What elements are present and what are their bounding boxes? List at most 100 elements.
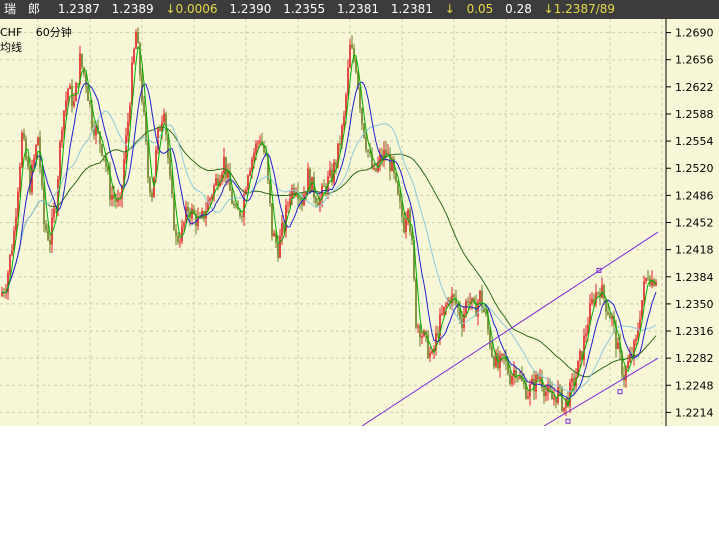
candle-body [635, 338, 637, 341]
candle-body [607, 311, 609, 315]
candle-body [571, 378, 573, 383]
candle-body [73, 101, 75, 106]
candle-body [335, 162, 337, 166]
candle-body [149, 177, 151, 193]
candle-body [277, 242, 279, 258]
candle-body [77, 83, 79, 85]
candle-body [415, 278, 417, 328]
y-tick-label: 1.2554 [675, 135, 714, 148]
quote-symbol: 瑞 郎 [4, 2, 41, 16]
candle-body [87, 85, 89, 101]
candle-body [29, 166, 31, 193]
candle-body [95, 126, 97, 136]
candle-body [527, 396, 529, 399]
candle-body [209, 198, 211, 201]
candle-body [609, 314, 611, 319]
candle-body [271, 203, 273, 237]
candle-body [47, 230, 49, 240]
candle-body [287, 204, 289, 206]
candle-body [255, 143, 257, 154]
y-tick-label: 1.2656 [675, 54, 714, 67]
candle-body [421, 336, 423, 338]
candle-body [233, 203, 235, 206]
candle-body [151, 192, 153, 198]
candle-body [259, 141, 261, 143]
candle-body [617, 342, 619, 350]
candle-body [111, 194, 113, 200]
candle-body [351, 44, 353, 49]
candle-body [211, 195, 213, 199]
y-tick-label: 1.2486 [675, 189, 714, 202]
candle-body [147, 141, 149, 178]
candle-body [555, 397, 557, 403]
chart-area[interactable]: 1.2690 1.2656 1.2622 1.2588 1.2554 1.2520 1.24… [0, 19, 719, 426]
y-tick-label: 1.2248 [675, 379, 714, 392]
candle-body [53, 208, 55, 218]
candle-body [343, 116, 345, 126]
candle-body [35, 145, 37, 159]
candle-body [569, 382, 571, 407]
candle-body [89, 100, 91, 105]
candle-body [349, 44, 351, 68]
candle-body [417, 325, 419, 328]
candle-body [509, 373, 511, 384]
candle-body [419, 325, 421, 338]
candle-body [489, 329, 491, 347]
candle-body [441, 313, 443, 315]
candle-body [593, 299, 595, 303]
candle-body [23, 132, 25, 139]
candle-body [557, 386, 559, 403]
quote-arrow: ↓ [444, 2, 455, 16]
candle-body [169, 157, 171, 177]
quote-ratio: 0.28 [505, 2, 532, 16]
candle-body [165, 113, 167, 135]
candle-body [443, 306, 445, 314]
candle-body [225, 156, 227, 178]
candle-body [137, 32, 139, 44]
candle-body [591, 299, 593, 304]
candle-body [289, 198, 291, 205]
candle-body [19, 166, 21, 192]
y-tick-label: 1.2214 [675, 406, 714, 419]
candle-body [499, 355, 501, 369]
candle-body [21, 132, 23, 167]
chart-symbol: CHF [0, 26, 23, 39]
candle-body [231, 190, 233, 204]
candle-body [163, 113, 165, 123]
candle-body [483, 308, 485, 313]
candle-body [143, 101, 145, 113]
candle-body [563, 407, 565, 411]
candle-body [445, 304, 447, 307]
y-tick-label: 1.2520 [675, 162, 714, 175]
candle-body [601, 285, 603, 298]
quote-bar: 瑞 郎 1.2387 1.2389 ↓0.0006 1.2390 1.2355 … [0, 0, 719, 19]
candle-body [561, 387, 563, 411]
candle-body [235, 205, 237, 208]
candle-body [33, 158, 35, 165]
candle-body [431, 351, 433, 353]
candle-body [279, 236, 281, 258]
quote-low: 1.2355 [283, 2, 326, 16]
candle-body [41, 167, 43, 186]
candle-body [585, 333, 587, 336]
candle-body [183, 222, 185, 227]
quote-last: 1.2387 [57, 2, 100, 16]
candle-body [339, 143, 341, 146]
candle-body [299, 199, 301, 201]
candle-body [481, 290, 483, 309]
price-chart[interactable]: 1.2690 1.2656 1.2622 1.2588 1.2554 1.2520 1.24… [0, 19, 719, 426]
candle-body [177, 235, 179, 242]
candle-body [645, 278, 647, 282]
candle-body [249, 170, 251, 176]
candle-body [315, 197, 317, 203]
candle-body [465, 301, 467, 314]
candle-body [9, 254, 11, 273]
y-tick-label: 1.2452 [675, 217, 714, 230]
candle-body [329, 169, 331, 177]
candle-body [101, 144, 103, 156]
candle-body [215, 178, 217, 186]
candle-body [647, 278, 649, 280]
candle-body [257, 142, 259, 144]
candle-body [511, 376, 513, 384]
candle-body [133, 48, 135, 63]
